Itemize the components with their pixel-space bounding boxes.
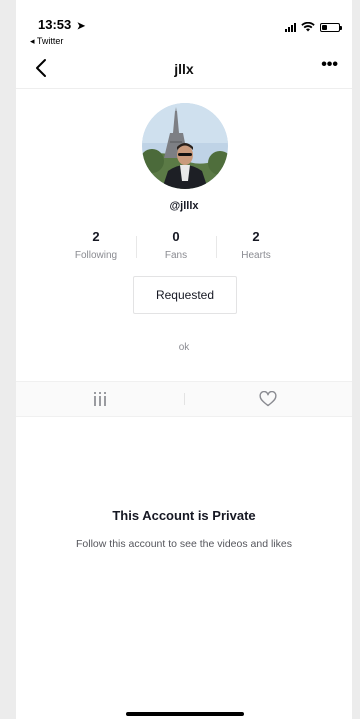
tab-videos[interactable] — [16, 382, 184, 416]
signal-icon — [285, 22, 296, 32]
status-icons — [285, 22, 342, 32]
heart-outline-icon — [259, 391, 277, 407]
back-to-app-link[interactable]: ◂ Twitter — [30, 36, 63, 47]
avatar[interactable] — [142, 103, 228, 189]
profile-handle: @jlllx — [169, 200, 199, 212]
stat-label: Fans — [164, 250, 188, 261]
status-bar: 13:53 ➤ ◂ Twitter — [16, 0, 352, 50]
video-grid-icon — [94, 392, 106, 406]
stat-following[interactable]: 2 Following — [56, 228, 136, 268]
wifi-icon — [301, 22, 315, 32]
stat-value: 2 — [252, 229, 260, 244]
avatar-photo — [142, 103, 228, 189]
status-time-text: 13:53 — [38, 17, 72, 32]
profile-stats: 2 Following 0 Fans 2 Hearts — [56, 228, 296, 268]
profile-bio: ok — [178, 342, 190, 353]
battery-icon — [320, 22, 342, 32]
stat-label: Hearts — [241, 250, 271, 261]
location-arrow-icon: ➤ — [76, 21, 86, 32]
stat-value: 2 — [92, 229, 100, 244]
stat-hearts[interactable]: 2 Hearts — [216, 228, 296, 268]
requested-button[interactable]: Requested — [133, 276, 237, 314]
content-tabs — [16, 381, 352, 417]
status-time: 13:53 ➤ — [38, 17, 85, 32]
home-indicator — [126, 712, 244, 716]
tab-liked[interactable] — [184, 382, 352, 416]
battery-level — [322, 24, 327, 30]
private-account-description: Follow this account to see the videos an… — [76, 538, 292, 550]
stat-value: 0 — [172, 229, 180, 244]
profile-navbar: jllx ••• — [16, 50, 352, 89]
more-dots-icon[interactable]: ••• — [321, 56, 338, 74]
page-title: jllx — [174, 61, 194, 77]
phone-screen: 13:53 ➤ ◂ Twitter jllx ••• @jlllx 2 Foll… — [16, 0, 352, 719]
stat-fans[interactable]: 0 Fans — [136, 228, 216, 268]
stat-label: Following — [74, 250, 118, 261]
private-account-title: This Account is Private — [112, 508, 256, 523]
